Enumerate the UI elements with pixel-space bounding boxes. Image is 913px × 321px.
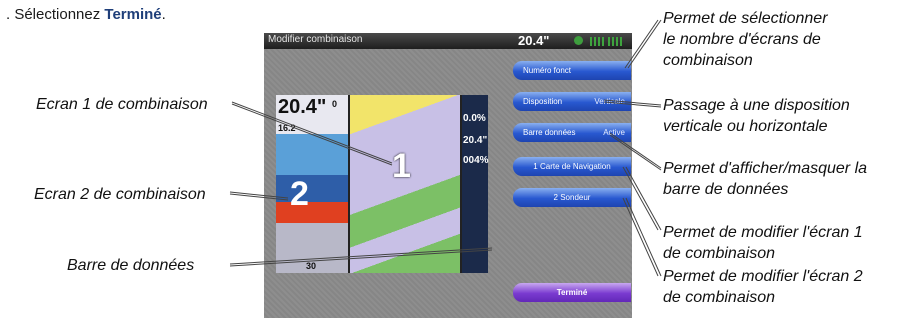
leader-lines: [229, 19, 662, 277]
